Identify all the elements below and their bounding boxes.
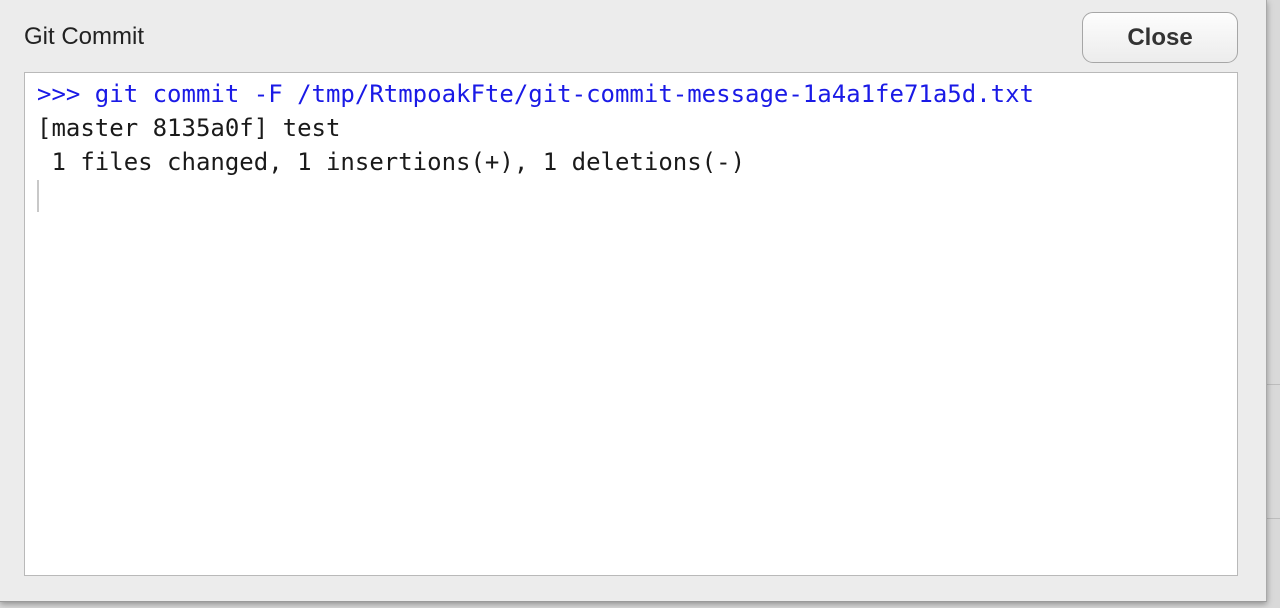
git-commit-dialog: Git Commit Close >>> git commit -F /tmp/…: [0, 0, 1267, 602]
close-button[interactable]: Close: [1082, 12, 1238, 63]
console-line-output: 1 files changed, 1 insertions(+), 1 dele…: [37, 148, 746, 176]
console-line-output: [master 8135a0f] test: [37, 114, 341, 142]
console-output[interactable]: >>> git commit -F /tmp/RtmpoakFte/git-co…: [24, 72, 1238, 576]
text-cursor: [37, 180, 39, 212]
console-line-command: >>> git commit -F /tmp/RtmpoakFte/git-co…: [37, 80, 1034, 108]
dialog-title: Git Commit: [24, 23, 144, 50]
